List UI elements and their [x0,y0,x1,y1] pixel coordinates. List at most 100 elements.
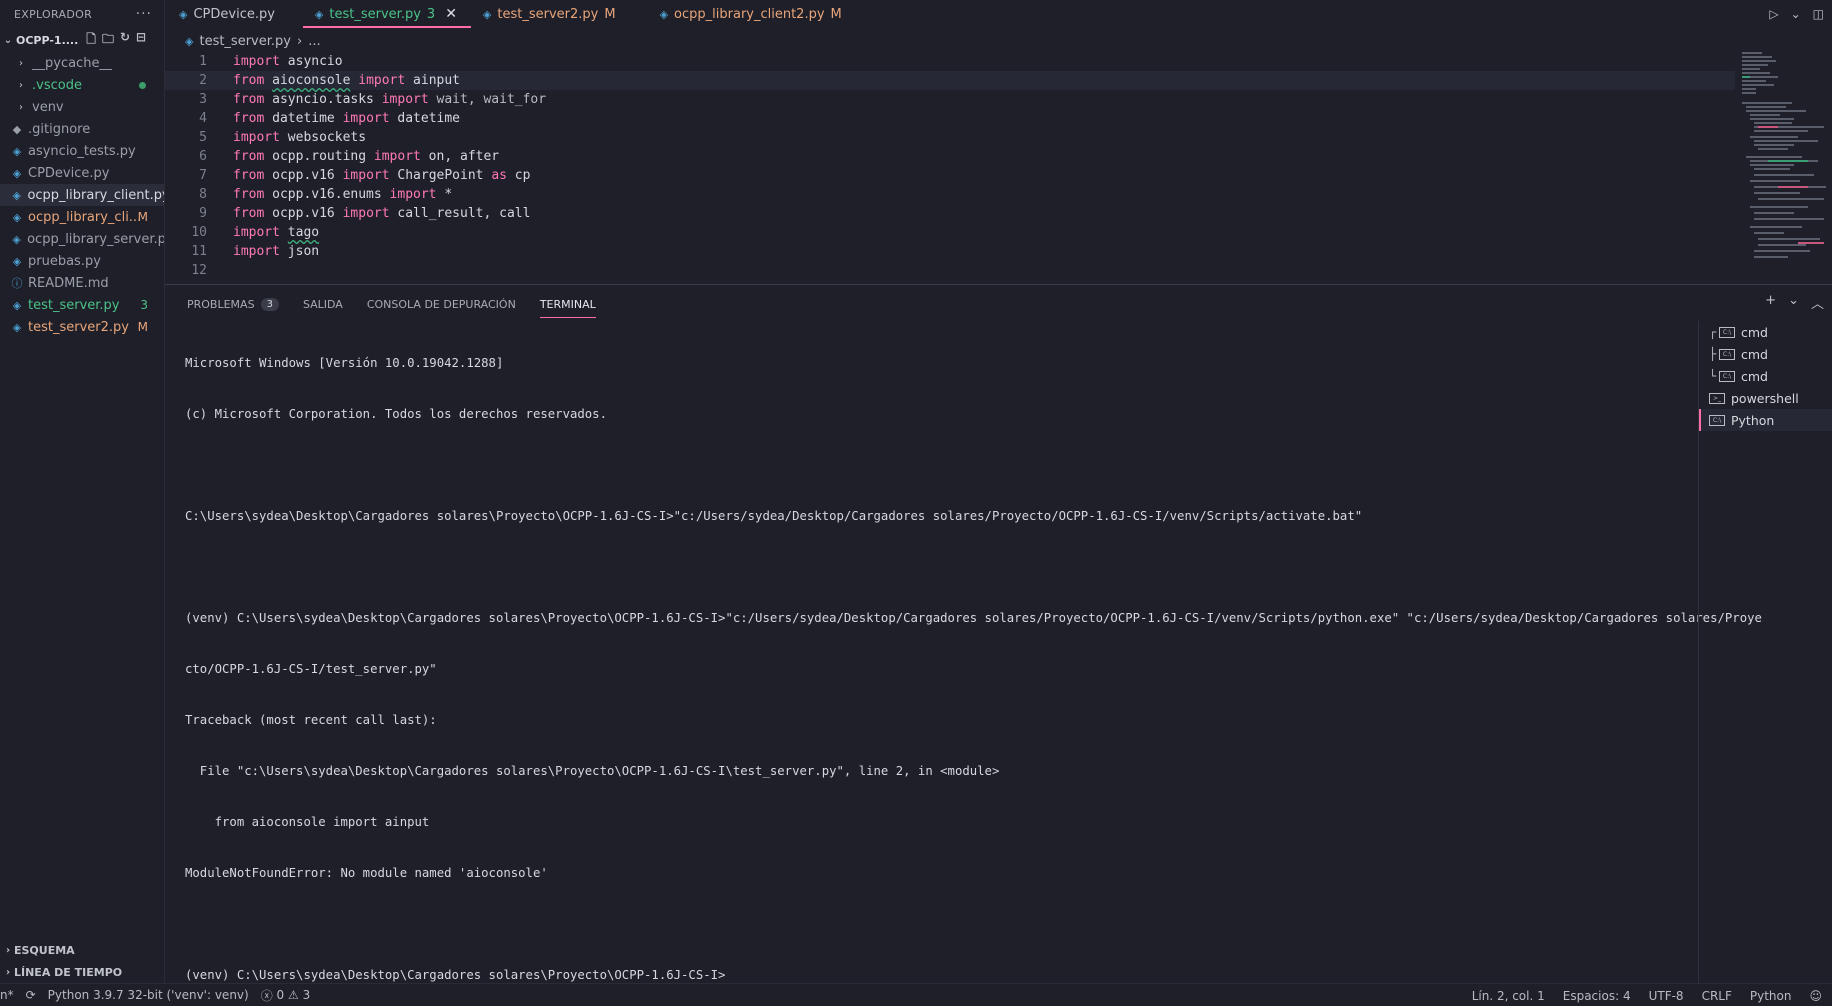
terminal-item-cmd[interactable]: ├ C:\ cmd [1699,343,1832,365]
new-folder-icon[interactable]: 🗀 [102,30,114,51]
remote-indicator[interactable]: n* [0,988,14,1002]
tab-cpdevice[interactable]: ◈ CPDevice.py [165,0,289,28]
tab-debug-console[interactable]: CONSOLA DE DEPURACIÓN [367,290,516,318]
code-line-current[interactable]: 2 from aioconsole import ainput [165,71,1735,90]
tab-test-server[interactable]: ◈ test_server.py 3 ✕ [302,0,471,28]
code-line[interactable]: 10 import tago [165,223,1735,242]
indentation[interactable]: Espacios: 4 [1563,989,1631,1003]
tree-item-test-server2[interactable]: ◈ test_server2.py M [0,316,164,338]
breadcrumb-symbols[interactable]: ... [308,34,320,49]
tree-item-readme[interactable]: ⓘ README.md [0,272,164,294]
terminal-item-powershell[interactable]: >_ powershell [1699,387,1832,409]
tree-item-asyncio-tests[interactable]: ◈ asyncio_tests.py [0,140,164,162]
tree-item-label: __pycache__ [32,55,113,71]
keyword: import [358,73,406,88]
tab-label: test_server2.py [497,6,599,22]
split-editor-icon[interactable]: ◫ [1813,7,1824,21]
tree-item-gitignore[interactable]: ◆ .gitignore [0,118,164,140]
chevron-down-icon[interactable]: ⌄ [1791,7,1801,21]
code-line[interactable]: 11 import json [165,242,1735,261]
terminal-item-python[interactable]: C:\ Python [1699,409,1832,431]
chevron-right-icon: › [19,101,23,113]
cursor-position[interactable]: Lín. 2, col. 1 [1472,989,1545,1003]
keyword: from [233,73,265,88]
refresh-icon[interactable]: ↻ [120,30,130,51]
terminal-item-label: cmd [1741,346,1768,362]
code-line[interactable]: 9 from ocpp.v16 import call_result, call [165,204,1735,223]
workspace-folder[interactable]: ⌄ OCPP-1.... 🗋 🗀 ↻ ⊟ [0,28,164,52]
terminal-item-cmd[interactable]: └ C:\ cmd [1699,365,1832,387]
minimap[interactable] [1738,50,1828,282]
tab-label: ocpp_library_client2.py [674,6,825,22]
warning-icon: ⚠ [288,988,299,1002]
code-module: ocpp.v16 [272,206,335,221]
problems-badge: 3 [140,298,148,312]
tree-item-vscode[interactable]: › .vscode [0,74,164,96]
code-text: websockets [279,130,367,145]
tab-test-server2[interactable]: ◈ test_server2.py M [471,0,630,28]
code-line[interactable]: 5 import websockets [165,128,1735,147]
code-line[interactable]: 6 from ocpp.routing import on, after [165,147,1735,166]
run-icon[interactable]: ▷ [1769,7,1778,21]
encoding[interactable]: UTF-8 [1649,989,1684,1003]
tree-item-pruebas[interactable]: ◈ pruebas.py [0,250,164,272]
terminal-output[interactable]: Microsoft Windows [Versión 10.0.19042.12… [185,321,1762,1006]
chevron-down-icon: ⌄ [3,34,13,46]
code-line[interactable]: 8 from ocpp.v16.enums import * [165,185,1735,204]
line-number: 1 [199,54,207,69]
tree-item-ocpp-library-client2[interactable]: ◈ ocpp_library_cli... M [0,206,164,228]
explorer-sidebar: EXPLORADOR ··· ⌄ OCPP-1.... 🗋 🗀 ↻ ⊟ › __… [0,0,165,983]
new-file-icon[interactable]: 🗋 [86,30,96,51]
breadcrumb-file[interactable]: test_server.py [199,34,291,49]
code-line[interactable]: 7 from ocpp.v16 import ChargePoint as cp [165,166,1735,185]
code-text: cp [506,168,531,183]
terminal-line: File "c:\Users\sydea\Desktop\Cargadores … [185,764,1000,778]
outline-section[interactable]: › ESQUEMA [0,939,165,961]
tree-item-test-server[interactable]: ◈ test_server.py 3 [0,294,164,316]
tree-item-cpdevice[interactable]: ◈ CPDevice.py [0,162,164,184]
tree-item-ocpp-library-client[interactable]: ◈ ocpp_library_client.py [0,184,164,206]
tree-item-pycache[interactable]: › __pycache__ [0,52,164,74]
timeline-section[interactable]: › LÍNEA DE TIEMPO [0,961,165,983]
terminal-prompt: (venv) C:\Users\sydea\Desktop\Cargadores… [185,968,726,982]
tree-item-venv[interactable]: › venv [0,96,164,118]
warning-count: 3 [302,988,311,1002]
code-module: ocpp.v16.enums [272,187,382,202]
end-of-line[interactable]: CRLF [1702,989,1732,1003]
explorer-title: EXPLORADOR [14,7,93,21]
problems-summary[interactable]: ⓧ 0 ⚠ 3 [261,987,311,1004]
tab-output[interactable]: SALIDA [303,290,343,318]
chevron-down-icon[interactable]: ⌄ [1788,293,1799,312]
code-line[interactable]: 12 [165,261,1735,280]
tree-item-ocpp-library-server[interactable]: ◈ ocpp_library_server.py [0,228,164,250]
close-icon[interactable]: ✕ [445,6,457,22]
terminal-icon: C:\ [1719,348,1735,360]
sync-icon[interactable]: ⟳ [26,988,36,1002]
tab-terminal[interactable]: TERMINAL [539,290,596,318]
maximize-panel-icon[interactable]: ︿ [1811,293,1824,312]
python-file-icon: ◈ [179,7,188,21]
code-line[interactable]: 4 from datetime import datetime [165,109,1735,128]
language-mode[interactable]: Python [1750,989,1792,1003]
add-terminal-icon[interactable]: + [1765,293,1776,312]
more-actions-icon[interactable]: ··· [136,6,152,22]
code-line[interactable]: 3 from asyncio.tasks import wait, wait_f… [165,90,1735,109]
collapse-all-icon[interactable]: ⊟ [136,30,146,51]
tab-ocpp-library-client2[interactable]: ◈ ocpp_library_client2.py M [648,0,856,28]
problems-badge: 3 [426,6,436,22]
code-editor[interactable]: 1 import asyncio 2 from aioconsole impor… [165,52,1735,282]
feedback-icon[interactable]: ☺ [1809,989,1822,1003]
tab-problems[interactable]: PROBLEMAS 3 [187,290,279,318]
python-interpreter[interactable]: Python 3.9.7 32-bit ('venv': venv) [48,988,249,1002]
status-bar: n* ⟳ Python 3.9.7 32-bit ('venv': venv) … [0,983,1832,1006]
powershell-icon: >_ [1709,392,1725,404]
terminal-item-cmd[interactable]: ┌ C:\ cmd [1699,321,1832,343]
terminal-item-label: cmd [1741,324,1768,340]
python-file-icon: ◈ [314,7,324,21]
code-line[interactable]: 1 import asyncio [165,52,1735,71]
editor-tabs: ◈ CPDevice.py ◈ test_server.py 3 ✕ ◈ tes… [165,0,1832,28]
modified-badge: M [137,320,148,334]
tab-label: SALIDA [302,297,343,311]
code-text: * [436,187,453,202]
